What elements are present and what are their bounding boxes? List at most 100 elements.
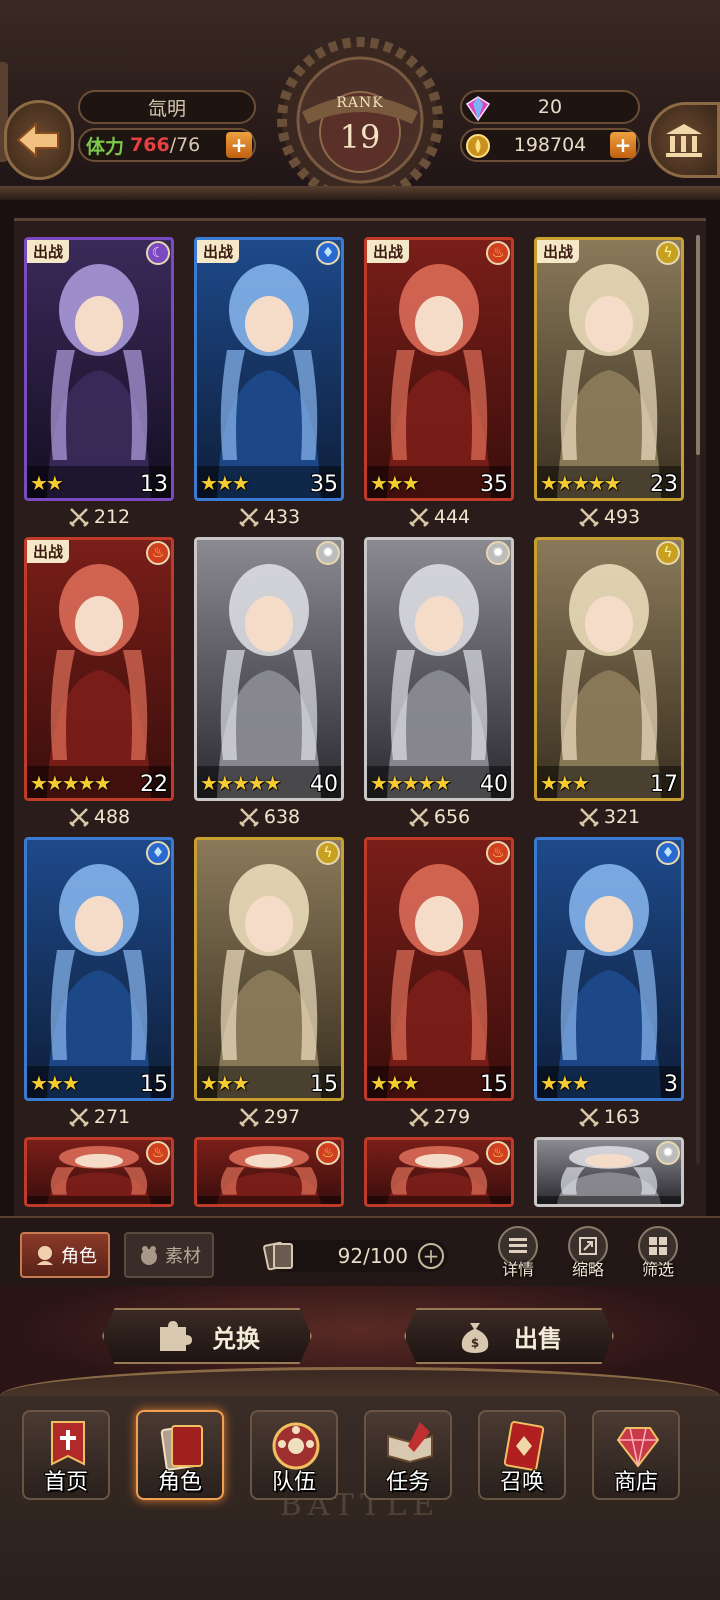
rarity-stars: ★★ xyxy=(30,471,64,495)
combat-power-value: 279 xyxy=(433,1106,471,1128)
character-card[interactable]: 出战 ☾ ★★ 13 xyxy=(24,237,174,501)
combat-power-value: 163 xyxy=(603,1106,641,1128)
crossed-swords-icon xyxy=(68,808,89,827)
back-button[interactable] xyxy=(4,100,74,180)
light-element-icon: ϟ xyxy=(656,241,680,265)
combat-power: 279 xyxy=(364,1103,514,1131)
combat-power-value: 488 xyxy=(93,806,131,828)
deployed-badge: 出战 xyxy=(27,240,70,263)
character-card[interactable]: ϟ ★★★ 17 xyxy=(534,537,684,801)
nav-label: 商店 xyxy=(613,1470,658,1495)
character-card[interactable]: ♨ ★★★ 15 xyxy=(364,837,514,1101)
character-level: 40 xyxy=(310,772,338,797)
character-card[interactable]: ♦ ★★★ 3 xyxy=(534,837,684,1101)
combat-power-value: 271 xyxy=(93,1106,131,1128)
stamina-panel: 体力 766 /76 + xyxy=(78,128,256,162)
combat-power: 433 xyxy=(194,503,344,531)
combat-power-value: 493 xyxy=(603,506,641,528)
combat-power: 656 xyxy=(364,803,514,831)
crossed-swords-icon xyxy=(238,1108,259,1127)
character-card[interactable]: 出战 ♨ ★★★ 35 xyxy=(364,237,514,501)
svg-text:$: $ xyxy=(471,1336,479,1350)
nav-shop[interactable]: 商店 xyxy=(592,1410,680,1500)
compact-label: 缩略 xyxy=(571,1260,604,1279)
top-bar: 氙明 体力 766 /76 + RANK 19 20 198704 + xyxy=(0,0,720,203)
rarity-stars: ★★★ xyxy=(30,1071,80,1095)
character-card[interactable]: 出战 ♨ ★★★★★ 22 xyxy=(24,537,174,801)
character-card[interactable]: ϟ ★★★ 15 xyxy=(194,837,344,1101)
light-element-icon: ϟ xyxy=(656,541,680,565)
character-card[interactable]: 出战 ♦ ★★★ 35 xyxy=(194,237,344,501)
gold-value: 198704 xyxy=(513,134,587,156)
tab-materials[interactable]: 素材 xyxy=(124,1232,214,1278)
gallery-button[interactable] xyxy=(648,102,720,178)
combat-power: 271 xyxy=(24,1103,174,1131)
expand-capacity-button[interactable]: + xyxy=(418,1243,444,1269)
fire-element-icon: ♨ xyxy=(146,541,170,565)
deployed-badge: 出战 xyxy=(367,240,410,263)
nav-characters[interactable]: 角色 xyxy=(136,1410,224,1500)
gold-coin-icon xyxy=(466,134,490,158)
neutral-element-icon: ✹ xyxy=(316,541,340,565)
crossed-swords-icon xyxy=(408,508,429,527)
character-head-icon xyxy=(37,1246,53,1265)
character-card[interactable]: ♨ xyxy=(194,1137,344,1207)
stamina-max: /76 xyxy=(169,134,201,156)
grid-filter-icon xyxy=(649,1237,667,1255)
nav-summon[interactable]: 召唤 xyxy=(478,1410,566,1500)
character-card[interactable]: ♨ xyxy=(364,1137,514,1207)
nav-team[interactable]: 队伍 xyxy=(250,1410,338,1500)
filter-button[interactable]: 筛选 xyxy=(630,1226,686,1282)
fire-element-icon: ♨ xyxy=(486,841,510,865)
nav-label: 召唤 xyxy=(499,1470,544,1495)
combat-power: 488 xyxy=(24,803,174,831)
compact-view-button[interactable]: 缩略 xyxy=(560,1226,616,1282)
cards-stack-icon xyxy=(263,1241,293,1271)
nav-home[interactable]: 首页 xyxy=(22,1410,110,1500)
combat-power-value: 638 xyxy=(263,806,301,828)
crossed-swords-icon xyxy=(68,508,89,527)
exchange-label: 兑换 xyxy=(212,1324,260,1353)
combat-power-value: 321 xyxy=(603,806,641,828)
rarity-stars: ★★★ xyxy=(540,771,590,795)
rarity-stars: ★★★ xyxy=(200,471,250,495)
scrollbar-thumb[interactable] xyxy=(696,235,700,455)
add-gold-button[interactable]: + xyxy=(610,132,636,158)
rarity-stars: ★★★★★ xyxy=(30,771,112,795)
crossed-swords-icon xyxy=(238,808,259,827)
details-button[interactable]: 详情 xyxy=(490,1226,546,1282)
action-bar: 兑换 $ 出售 xyxy=(0,1286,720,1396)
character-card[interactable]: ♦ ★★★ 15 xyxy=(24,837,174,1101)
sell-button[interactable]: $ 出售 xyxy=(404,1308,614,1364)
character-level: 15 xyxy=(140,1072,168,1097)
player-name: 氙明 xyxy=(78,90,256,124)
gems-panel: 20 xyxy=(460,90,640,124)
combat-power: 321 xyxy=(534,803,684,831)
shrink-icon xyxy=(579,1237,597,1255)
rank-label: RANK xyxy=(336,95,384,111)
capacity-value: 92/100 xyxy=(337,1244,408,1268)
combat-power-value: 297 xyxy=(263,1106,301,1128)
character-card[interactable]: ✹ xyxy=(534,1137,684,1207)
tab-characters[interactable]: 角色 xyxy=(20,1232,110,1278)
nav-label: 首页 xyxy=(43,1470,88,1495)
exchange-button[interactable]: 兑换 xyxy=(102,1308,312,1364)
character-card[interactable]: 出战 ϟ ★★★★★ 23 xyxy=(534,237,684,501)
combat-power: 444 xyxy=(364,503,514,531)
fire-element-icon: ♨ xyxy=(486,241,510,265)
puzzle-piece-icon xyxy=(160,1321,192,1351)
stamina-label: 体力 xyxy=(86,135,125,158)
crossed-swords-icon xyxy=(578,1108,599,1127)
character-grid[interactable]: 出战 ☾ ★★ 13 212 出战 ♦ ★★★ 35 433 出战 ♨ ★★★ … xyxy=(14,218,706,1216)
character-card[interactable]: ✹ ★★★★★ 40 xyxy=(194,537,344,801)
character-card[interactable]: ♨ xyxy=(24,1137,174,1207)
water-element-icon: ♦ xyxy=(656,841,680,865)
add-stamina-button[interactable]: + xyxy=(226,132,252,158)
deployed-badge: 出战 xyxy=(27,540,70,563)
character-card[interactable]: ✹ ★★★★★ 40 xyxy=(364,537,514,801)
nav-quests[interactable]: 任务 xyxy=(364,1410,452,1500)
filter-label: 筛选 xyxy=(641,1260,674,1279)
combat-power-value: 656 xyxy=(433,806,471,828)
gold-panel: 198704 + xyxy=(460,128,640,162)
museum-icon xyxy=(666,124,702,157)
